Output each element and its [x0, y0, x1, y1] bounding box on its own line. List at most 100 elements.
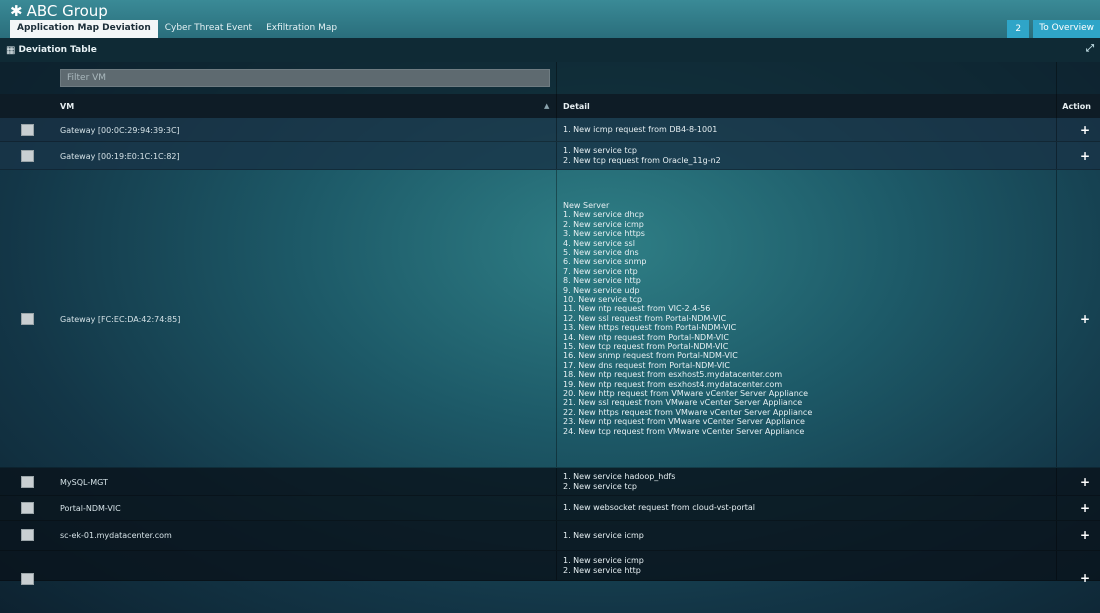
detail-line: 22. New https request from VMware vCente…	[563, 407, 813, 417]
add-action-button[interactable]: +	[1080, 312, 1090, 326]
column-divider	[556, 94, 557, 118]
row-checkbox[interactable]	[21, 313, 34, 325]
tab-exfiltration-map[interactable]: Exfiltration Map	[259, 20, 344, 38]
detail-line: 1. New icmp request from DB4-8-1001	[563, 124, 718, 134]
row-checkbox[interactable]	[21, 150, 34, 162]
detail-cell: 1. New service icmp 2. New service http	[563, 551, 644, 580]
detail-line: New Server	[563, 200, 610, 210]
detail-cell: New Server 1. New service dhcp 2. New serv…	[563, 170, 812, 467]
detail-line: 9. New service udp	[563, 285, 640, 295]
table-row: MySQL-MGT 1. New service hadoop_hdfs 2. N…	[0, 468, 1100, 496]
tab-cyber-threat-event[interactable]: Cyber Threat Event	[158, 20, 259, 38]
detail-line: 1. New service tcp	[563, 146, 637, 156]
detail-cell: 1. New websocket request from cloud-vst-…	[563, 496, 755, 520]
column-divider	[556, 496, 557, 520]
table-body: Gateway [00:0C:29:94:39:3C] 1. New icmp …	[0, 118, 1100, 585]
tab-application-map-deviation[interactable]: Application Map Deviation	[10, 20, 158, 38]
detail-line: 13. New https request from Portal-NDM-VI…	[563, 323, 737, 333]
column-header-action: Action	[1062, 102, 1091, 111]
row-checkbox[interactable]	[21, 476, 34, 488]
app-title-label: ABC Group	[26, 2, 108, 20]
add-action-button[interactable]: +	[1080, 123, 1090, 137]
row-checkbox[interactable]	[21, 573, 34, 585]
to-overview-button[interactable]: To Overview	[1033, 20, 1100, 38]
detail-line: 4. New service ssl	[563, 238, 635, 248]
column-divider	[1056, 496, 1057, 520]
column-divider	[556, 142, 557, 169]
detail-line: 5. New service dns	[563, 247, 639, 257]
detail-line: 2. New service icmp	[563, 219, 644, 229]
right-controls: 2 To Overview	[1007, 20, 1100, 38]
table-row: sc-ek-01.mydatacenter.com 1. New service…	[0, 521, 1100, 551]
detail-line: 12. New ssl request from Portal-NDM-VIC	[563, 313, 727, 323]
add-action-button[interactable]: +	[1080, 501, 1090, 515]
row-checkbox[interactable]	[21, 124, 34, 136]
detail-line: 2. New service tcp	[563, 481, 637, 491]
detail-line: 1. New service icmp	[563, 556, 644, 566]
filter-row	[0, 62, 1100, 94]
detail-cell: 1. New icmp request from DB4-8-1001	[563, 118, 717, 141]
app-title: ✱ ABC Group	[10, 2, 108, 20]
detail-line: 19. New ntp request from esxhost4.mydata…	[563, 379, 783, 389]
detail-line: 8. New service http	[563, 276, 641, 286]
column-divider	[1056, 94, 1057, 118]
expand-icon[interactable]: ⤢	[1086, 43, 1094, 54]
column-divider	[1056, 170, 1057, 467]
detail-line: 1. New service hadoop_hdfs	[563, 472, 676, 482]
column-divider	[556, 551, 557, 580]
column-divider	[1056, 142, 1057, 169]
table-row: Gateway [00:0C:29:94:39:3C] 1. New icmp …	[0, 118, 1100, 142]
detail-line: 21. New ssl request from VMware vCenter …	[563, 398, 803, 408]
add-action-button[interactable]: +	[1080, 149, 1090, 163]
add-action-button[interactable]: +	[1080, 475, 1090, 489]
column-header-detail[interactable]: Detail	[563, 102, 590, 111]
detail-line: 3. New service https	[563, 229, 645, 239]
detail-cell: 1. New service icmp	[563, 521, 644, 550]
vm-name: sc-ek-01.mydatacenter.com	[60, 531, 172, 540]
column-divider	[1056, 468, 1057, 495]
vm-name: Gateway [00:0C:29:94:39:3C]	[60, 126, 180, 135]
add-action-button[interactable]: +	[1080, 571, 1090, 585]
detail-line: 1. New service dhcp	[563, 210, 644, 220]
detail-cell: 1. New service hadoop_hdfs 2. New service…	[563, 468, 675, 495]
column-divider	[1056, 551, 1057, 580]
detail-line: 6. New service snmp	[563, 257, 647, 267]
add-action-button[interactable]: +	[1080, 528, 1090, 542]
count-badge[interactable]: 2	[1007, 20, 1030, 38]
column-divider	[556, 521, 557, 550]
table-row: 1. New service icmp 2. New service http +	[0, 551, 1100, 585]
tab-bar: Application Map Deviation Cyber Threat E…	[10, 20, 344, 38]
vm-name: MySQL-MGT	[60, 478, 108, 487]
column-divider	[556, 170, 557, 467]
column-header-vm[interactable]: VM	[60, 102, 74, 111]
sort-icon[interactable]: ▲	[544, 102, 549, 110]
detail-line: 7. New service ntp	[563, 266, 638, 276]
detail-line: 20. New http request from VMware vCenter…	[563, 389, 809, 399]
detail-line: 15. New tcp request from Portal-NDM-VIC	[563, 342, 729, 352]
filter-vm-input[interactable]	[60, 69, 550, 87]
detail-line: 23. New ntp request from VMware vCenter …	[563, 417, 805, 427]
column-divider	[1056, 521, 1057, 550]
column-divider	[556, 118, 557, 141]
column-divider	[1056, 118, 1057, 141]
deviation-table-header: ▦ Deviation Table ⤢	[0, 38, 1100, 62]
section-title: Deviation Table	[18, 45, 97, 55]
detail-line: 18. New ntp request from esxhost5.mydata…	[563, 370, 783, 380]
logo-icon: ✱	[10, 2, 23, 20]
detail-line: 1. New service icmp	[563, 530, 644, 540]
detail-line: 2. New tcp request from Oracle_11g-n2	[563, 155, 721, 165]
row-checkbox[interactable]	[21, 502, 34, 514]
detail-line: 11. New ntp request from VIC-2.4-56	[563, 304, 711, 314]
table-row: Portal-NDM-VIC 1. New websocket request …	[0, 496, 1100, 521]
vm-name: Gateway [00:19:E0:1C:1C:82]	[60, 152, 180, 161]
column-divider	[556, 468, 557, 495]
table-header-row: VM ▲ Detail Action	[0, 94, 1100, 118]
table-row: Gateway [FC:EC:DA:42:74:85] New Server 1.…	[0, 170, 1100, 468]
row-checkbox[interactable]	[21, 529, 34, 541]
detail-line: 2. New service http	[563, 565, 641, 575]
detail-line: 10. New service tcp	[563, 294, 643, 304]
detail-line: 16. New snmp request from Portal-NDM-VIC	[563, 351, 738, 361]
top-bar: ✱ ABC Group Application Map Deviation Cy…	[0, 0, 1100, 38]
column-divider	[556, 62, 557, 94]
table-grid-icon: ▦	[6, 44, 16, 56]
